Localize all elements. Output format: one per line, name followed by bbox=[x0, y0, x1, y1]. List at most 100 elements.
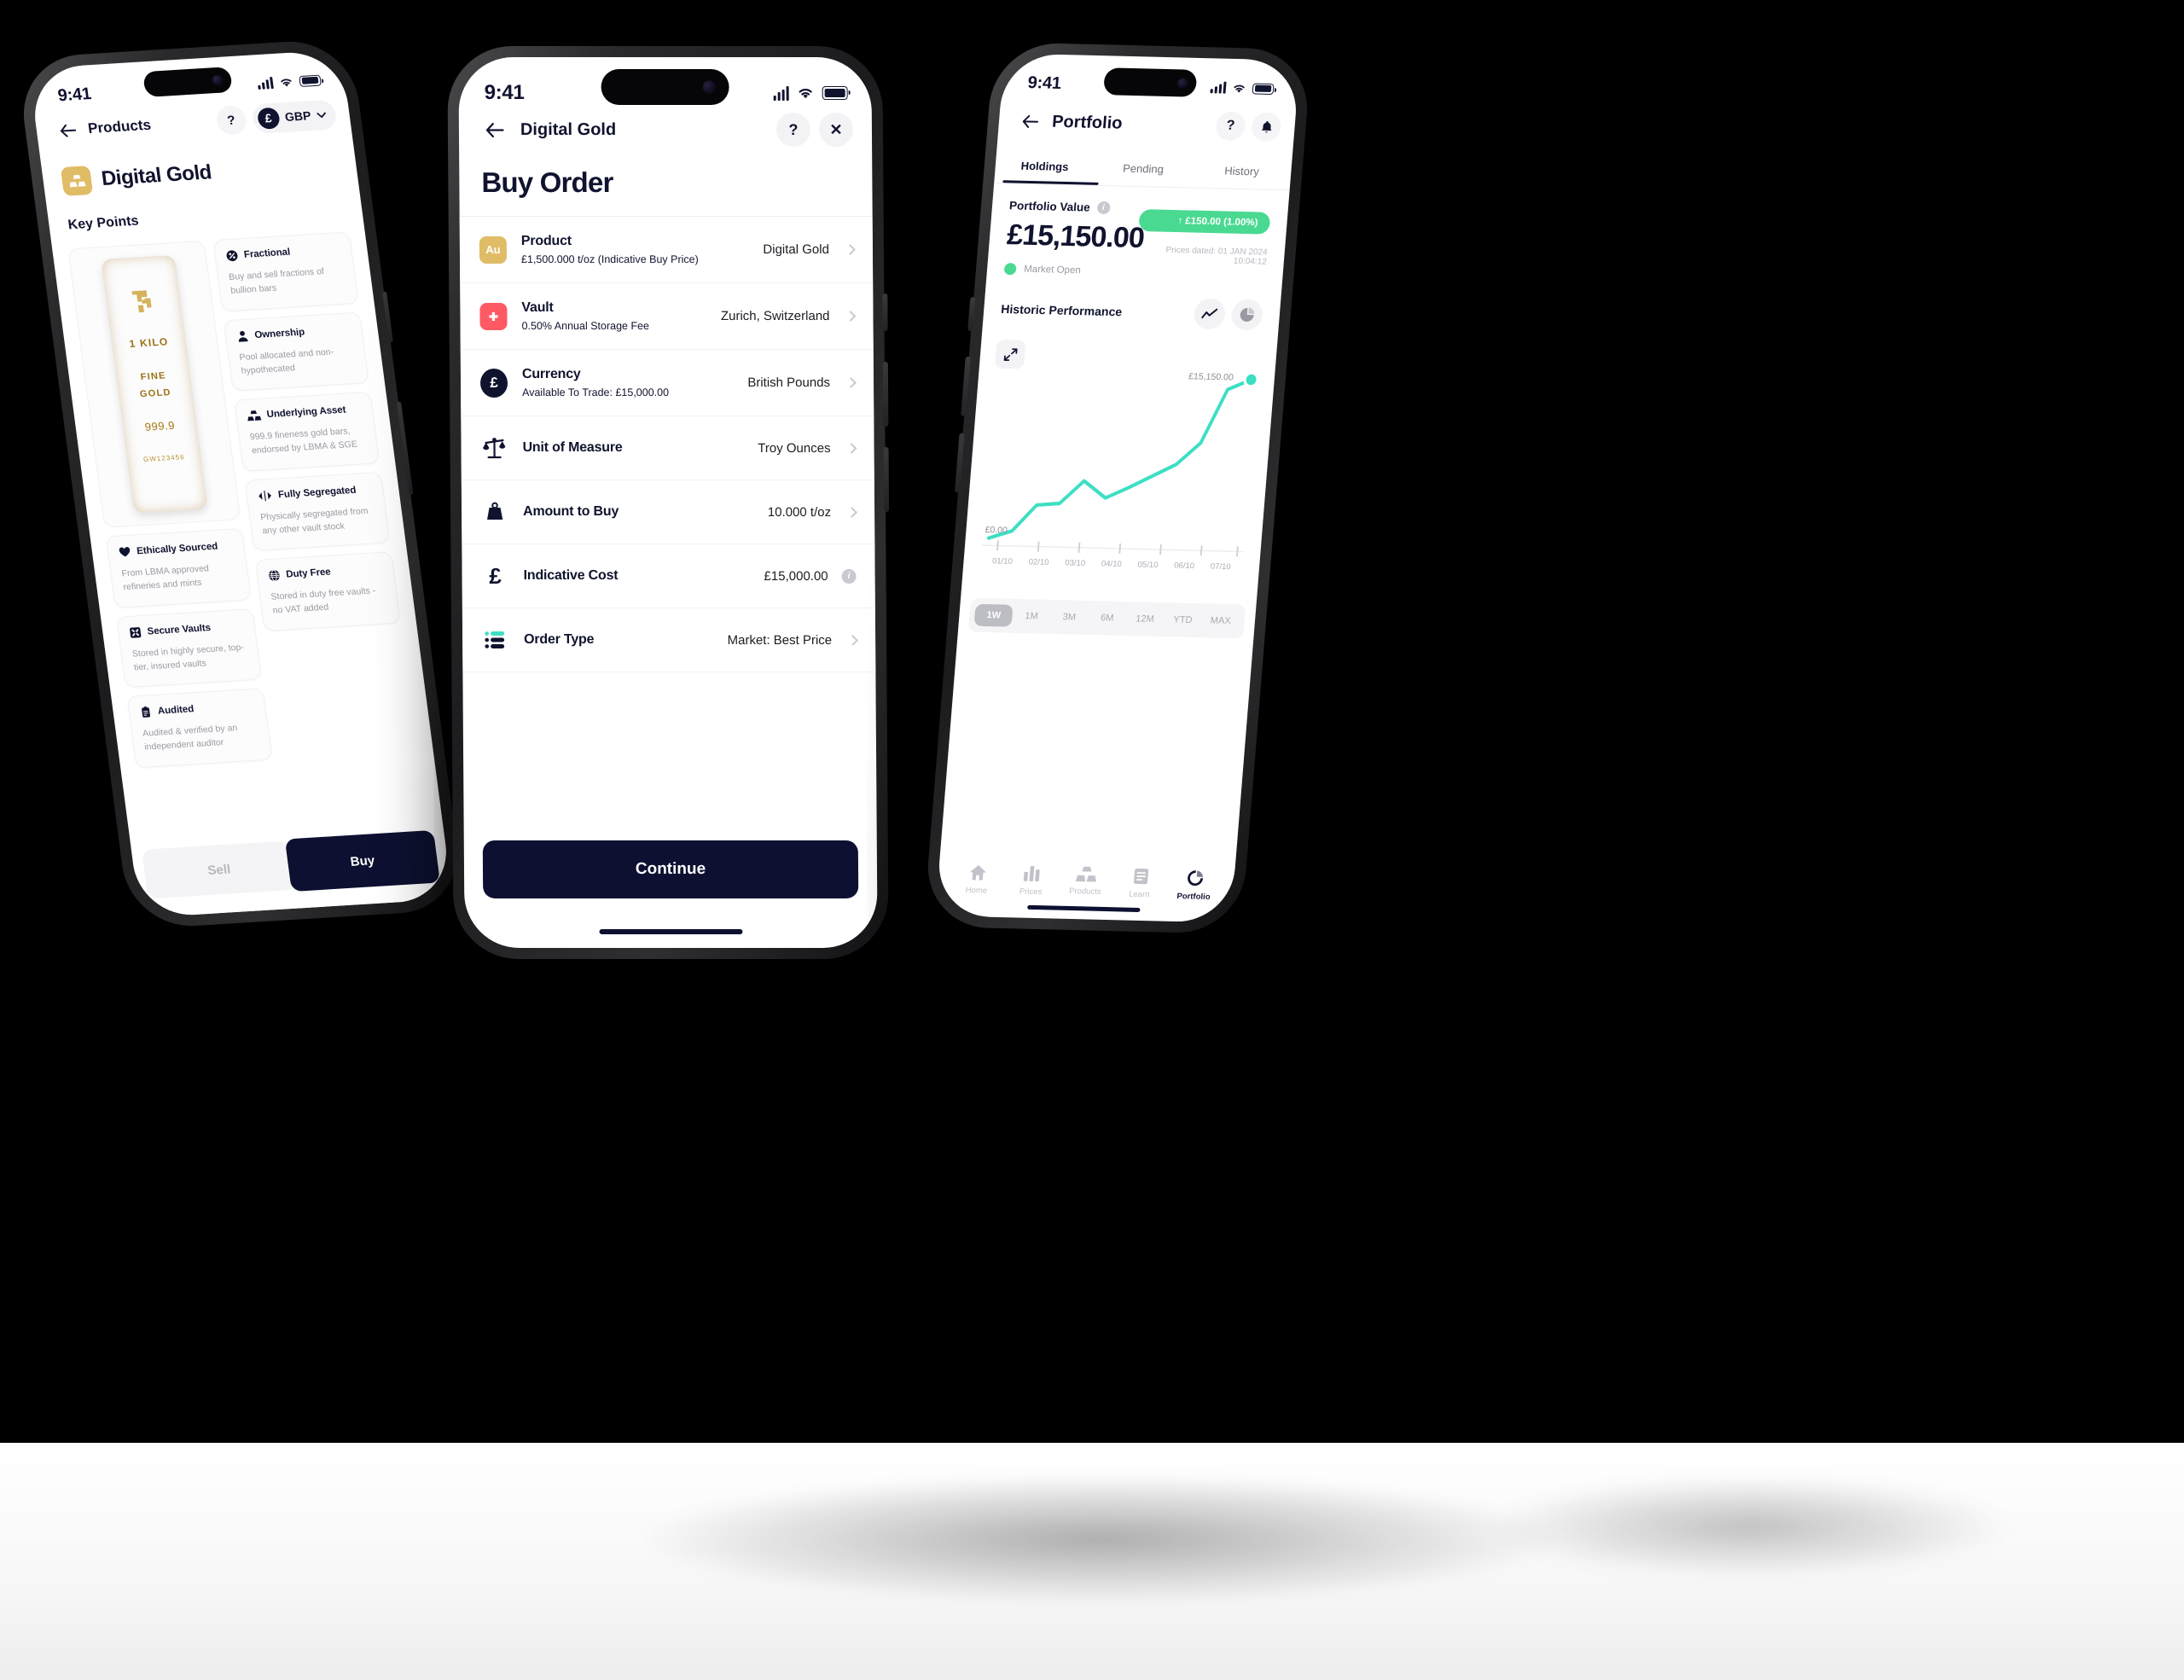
learn-icon bbox=[1133, 868, 1148, 885]
key-point-card[interactable]: Ethically Sourced From LBMA approved ref… bbox=[105, 527, 252, 608]
order-row-currency[interactable]: £ Currency Available To Trade: £15,000.0… bbox=[460, 350, 874, 417]
tabbar-item-home[interactable]: Home bbox=[949, 863, 1006, 897]
volume-up-button[interactable] bbox=[882, 362, 889, 427]
time-range-selector[interactable]: 1W 1M 3M 6M 12M YTD MAX bbox=[967, 597, 1246, 639]
chart-baseline-label: £0.00 bbox=[985, 525, 1008, 536]
change-badge: ↑ £150.00 (1.00%) bbox=[1137, 209, 1271, 235]
volume-up-button[interactable] bbox=[961, 356, 971, 416]
range-1m[interactable]: 1M bbox=[1012, 605, 1051, 628]
key-point-card[interactable]: Secure Vaults Stored in highly secure, t… bbox=[116, 607, 263, 689]
row-sub: 0.50% Annual Storage Fee bbox=[521, 320, 650, 333]
volume-down-button[interactable] bbox=[883, 447, 890, 512]
portfolio-value-amount: £15,150.00 bbox=[1005, 218, 1146, 255]
key-point-card[interactable]: Fractional Buy and sell fractions of bul… bbox=[212, 231, 359, 311]
key-point-desc: Buy and sell fractions of bullion bars bbox=[228, 266, 325, 297]
power-button[interactable] bbox=[882, 294, 888, 332]
key-point-card[interactable]: Fully Segregated Physically segregated f… bbox=[244, 471, 391, 552]
market-status-dot bbox=[1003, 263, 1017, 276]
range-max[interactable]: MAX bbox=[1201, 609, 1240, 632]
status-time: 9:41 bbox=[484, 81, 525, 105]
chevron-down-icon bbox=[317, 112, 326, 118]
gold-bar-weight: 1 KILO bbox=[128, 335, 170, 351]
brand-logo-icon bbox=[131, 290, 152, 313]
currency-selector[interactable]: £ GBP bbox=[250, 99, 338, 134]
order-row-ordertype[interactable]: Order Type Market: Best Price bbox=[462, 607, 876, 672]
row-value: £15,000.00 bbox=[764, 568, 828, 584]
range-6m[interactable]: 6M bbox=[1088, 607, 1127, 630]
home-indicator[interactable] bbox=[599, 928, 743, 934]
tabbar-item-portfolio[interactable]: Portfolio bbox=[1166, 869, 1223, 902]
order-row-product[interactable]: Au Product £1,500.000 t/oz (Indicative B… bbox=[459, 217, 874, 284]
line-chart-icon[interactable] bbox=[1193, 298, 1227, 330]
chevron-right-icon bbox=[845, 311, 857, 322]
back-button[interactable] bbox=[49, 113, 87, 148]
mute-switch[interactable] bbox=[967, 297, 976, 332]
gold-bar-purity-1: FINE bbox=[139, 370, 167, 383]
help-button[interactable]: ? bbox=[775, 113, 811, 148]
order-row-unit[interactable]: Unit of Measure Troy Ounces bbox=[461, 416, 874, 481]
tabbar-label: Prices bbox=[1019, 887, 1043, 898]
gold-bar-image: 1 KILO FINE GOLD 999.9 GW123456 bbox=[101, 255, 207, 514]
tab-pending[interactable]: Pending bbox=[1093, 153, 1194, 188]
continue-button[interactable]: Continue bbox=[482, 840, 859, 898]
x-tick: 05/10 bbox=[1137, 560, 1159, 571]
key-point-card[interactable]: Duty Free Stored in duty free vaults - n… bbox=[254, 551, 401, 631]
cellular-signal-icon bbox=[1210, 81, 1227, 94]
tabbar-item-products[interactable]: Products bbox=[1057, 866, 1114, 899]
close-button[interactable]: ✕ bbox=[818, 113, 854, 148]
row-value: Market: Best Price bbox=[727, 632, 833, 648]
info-icon[interactable]: i bbox=[1096, 201, 1111, 215]
page-title: Digital Gold bbox=[100, 160, 213, 191]
help-button[interactable]: ? bbox=[214, 105, 248, 136]
range-1w[interactable]: 1W bbox=[973, 603, 1014, 627]
swiss-flag-icon bbox=[479, 302, 508, 330]
expand-icon[interactable] bbox=[994, 339, 1026, 369]
x-tick: 07/10 bbox=[1210, 561, 1232, 573]
pie-chart-icon[interactable] bbox=[1230, 299, 1264, 331]
phone3-navbar: Portfolio ? bbox=[997, 97, 1297, 150]
status-bar: 9:41 bbox=[1001, 53, 1300, 104]
key-point-card[interactable]: Audited Audited & verified by an indepen… bbox=[126, 688, 273, 768]
help-button[interactable]: ? bbox=[1215, 111, 1246, 142]
order-row-vault[interactable]: Vault 0.50% Annual Storage Fee Zurich, S… bbox=[460, 283, 874, 351]
key-point-desc: Stored in highly secure, top-tier, insur… bbox=[131, 642, 245, 673]
buy-button[interactable]: Buy bbox=[284, 829, 441, 892]
volume-up-button[interactable] bbox=[382, 291, 393, 343]
back-label[interactable]: Products bbox=[87, 117, 152, 137]
sell-button[interactable]: Sell bbox=[141, 840, 297, 899]
back-button[interactable] bbox=[478, 113, 512, 147]
scales-icon bbox=[483, 438, 506, 459]
range-3m[interactable]: 3M bbox=[1049, 606, 1089, 629]
key-point-title: Fully Segregated bbox=[277, 485, 357, 500]
buy-sell-footer: Sell Buy bbox=[131, 828, 453, 918]
key-point-card[interactable]: Underlying Asset 999.9 fineness gold bar… bbox=[234, 391, 380, 472]
row-value: Troy Ounces bbox=[758, 440, 831, 456]
tabbar-item-prices[interactable]: Prices bbox=[1003, 864, 1060, 898]
chevron-right-icon bbox=[847, 634, 858, 646]
home-indicator[interactable] bbox=[1027, 904, 1141, 913]
info-icon[interactable]: i bbox=[841, 568, 857, 584]
gold-bar-purity-2: GOLD bbox=[139, 387, 172, 400]
range-ytd[interactable]: YTD bbox=[1163, 608, 1202, 631]
page-title: Portfolio bbox=[1051, 112, 1124, 133]
back-button[interactable] bbox=[1012, 104, 1048, 139]
key-point-title: Ownership bbox=[253, 327, 305, 340]
x-tick: 02/10 bbox=[1028, 557, 1049, 567]
performance-chart[interactable]: £15,150.00 £0.00 01/10 02/10 03/10 04/10… bbox=[973, 336, 1265, 598]
notifications-button[interactable] bbox=[1251, 112, 1282, 142]
key-point-card[interactable]: Ownership Pool allocated and non-hypothe… bbox=[223, 311, 369, 392]
bell-icon bbox=[1261, 120, 1271, 133]
power-button[interactable] bbox=[397, 401, 414, 495]
range-12m[interactable]: 12M bbox=[1125, 607, 1165, 631]
volume-down-button[interactable] bbox=[954, 433, 965, 493]
wifi-icon bbox=[281, 78, 292, 86]
historic-performance-title: Historic Performance bbox=[1000, 301, 1123, 319]
tabbar-item-learn[interactable]: Learn bbox=[1112, 867, 1169, 900]
order-row-amount[interactable]: Amount to Buy 10.000 t/oz bbox=[461, 480, 875, 544]
row-sub: Available To Trade: £15,000.00 bbox=[522, 387, 670, 399]
au-badge-icon: Au bbox=[479, 235, 508, 264]
cellular-signal-icon bbox=[773, 85, 789, 101]
heart-leaf-icon bbox=[119, 547, 131, 557]
tab-history[interactable]: History bbox=[1191, 155, 1292, 190]
portfolio-value-text: Portfolio Value bbox=[1008, 199, 1091, 214]
